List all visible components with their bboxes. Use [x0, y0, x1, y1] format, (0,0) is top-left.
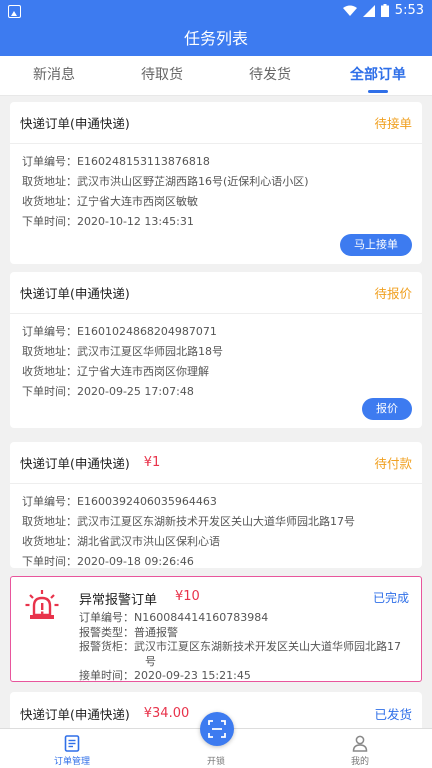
alarm-accept-time: 接单时间：2020-09-23 15:21:45 [79, 669, 251, 682]
delivery-address: 收货地址：湖北省武汉市洪山区保利心语 [22, 535, 220, 548]
order-card[interactable]: 快递订单(申通快递) ¥1 待付款 订单编号：E1600392406035964… [10, 442, 422, 568]
order-time: 下单时间：2020-10-12 13:45:31 [22, 215, 194, 228]
order-card-header: 快递订单(申通快递) 待报价 [10, 272, 422, 314]
order-time: 下单时间：2020-09-25 17:07:48 [22, 385, 194, 398]
order-card-header: 快递订单(申通快递) 待接单 [10, 102, 422, 144]
accept-order-button[interactable]: 马上接单 [340, 234, 412, 256]
nav-order-management[interactable]: 订单管理 [0, 729, 144, 768]
alarm-light-icon [25, 590, 59, 619]
order-price: ¥1 [143, 455, 161, 470]
order-status: 待报价 [374, 286, 412, 301]
order-number: 订单编号：E1600392406035964463 [22, 495, 217, 508]
order-list-icon [64, 735, 80, 752]
order-list[interactable]: 快递订单(申通快递) 待接单 订单编号：E160248153113876818 … [0, 96, 432, 728]
status-time: 5:53 [394, 3, 424, 18]
quote-button[interactable]: 报价 [362, 398, 412, 420]
alarm-order-number: 订单编号：N160084414160783984 [79, 611, 269, 624]
pickup-address: 取货地址：武汉市江夏区华师园北路18号 [22, 345, 223, 358]
order-time: 下单时间：2020-09-18 09:26:46 [22, 555, 194, 568]
order-card-header: 快递订单(申通快递) ¥1 待付款 [10, 442, 422, 484]
order-status: 已发货 [374, 706, 412, 722]
alarm-order-title: 异常报警订单 [79, 593, 158, 608]
pickup-address: 取货地址：武汉市江夏区东湖新技术开发区关山大道华师园北路17号 [22, 515, 355, 528]
order-card[interactable]: 快递订单(申通快递) 待报价 订单编号：E1601024868204987071… [10, 272, 422, 428]
order-details: 订单编号：E160248153113876818 取货地址：武汉市洪山区野芷湖西… [10, 144, 422, 232]
alarm-type: 报警类型：普通报警 [79, 625, 178, 639]
nav-mine[interactable]: 我的 [288, 729, 432, 768]
order-number: 订单编号：E160248153113876818 [22, 155, 210, 168]
tab-awaiting-shipment[interactable]: 待发货 [216, 56, 324, 95]
order-price: ¥34.00 [143, 705, 190, 721]
tab-awaiting-pickup[interactable]: 待取货 [108, 56, 216, 95]
tab-bar: 新消息 待取货 待发货 全部订单 [0, 56, 432, 96]
nav-mine-label: 我的 [350, 757, 369, 767]
battery-icon [380, 4, 389, 17]
order-details: 订单编号：E1600392406035964463 取货地址：武汉市江夏区东湖新… [10, 484, 422, 572]
alarm-order-details: 订单编号：N160084414160783984 报警类型：普通报警 报警货柜：… [79, 611, 415, 684]
gallery-notification-icon [8, 5, 21, 18]
order-title: 快递订单(申通快递) [20, 286, 130, 301]
page-title: 任务列表 [0, 24, 432, 56]
scan-icon [208, 720, 226, 738]
alarm-order-card[interactable]: 异常报警订单 ¥10 已完成 订单编号：N160084414160783984 … [10, 576, 422, 682]
alarm-order-status: 已完成 [372, 591, 409, 605]
order-title: 快递订单(申通快递) [20, 456, 130, 471]
delivery-address: 收货地址：辽宁省大连市西岗区你理解 [22, 365, 209, 378]
tab-new-messages[interactable]: 新消息 [0, 56, 108, 95]
wifi-icon [342, 5, 357, 16]
tab-all-orders[interactable]: 全部订单 [324, 56, 432, 95]
status-bar: 5:53 [0, 0, 432, 24]
alarm-order-price: ¥10 [175, 589, 200, 604]
order-title: 快递订单(申通快递) [20, 706, 130, 722]
nav-unlock-label: 开锁 [206, 757, 225, 767]
alarm-cabinet-cont: 号 [145, 654, 156, 668]
nav-order-management-label: 订单管理 [53, 757, 90, 767]
order-status: 待接单 [374, 116, 412, 131]
unlock-scan-button[interactable] [200, 712, 234, 746]
pickup-address: 取货地址：武汉市洪山区野芷湖西路16号(近保利心语小区) [22, 175, 309, 188]
delivery-address: 收货地址：辽宁省大连市西岗区敏敏 [22, 195, 198, 208]
order-details: 订单编号：E1601024868204987071 取货地址：武汉市江夏区华师园… [10, 314, 422, 402]
order-number: 订单编号：E1601024868204987071 [22, 325, 217, 338]
order-status: 待付款 [374, 456, 412, 471]
signal-icon [362, 4, 375, 17]
person-icon [352, 735, 368, 752]
alarm-cabinet: 报警货柜：武汉市江夏区东湖新技术开发区关山大道华师园北路17 [79, 640, 401, 653]
order-card[interactable]: 快递订单(申通快递) 待接单 订单编号：E160248153113876818 … [10, 102, 422, 264]
order-title: 快递订单(申通快递) [20, 116, 130, 131]
